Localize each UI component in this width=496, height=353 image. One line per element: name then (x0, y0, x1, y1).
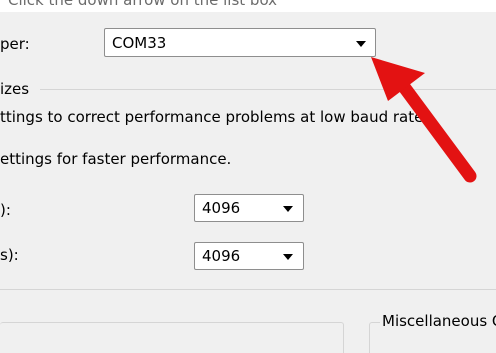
red-arrow-icon (371, 57, 477, 183)
